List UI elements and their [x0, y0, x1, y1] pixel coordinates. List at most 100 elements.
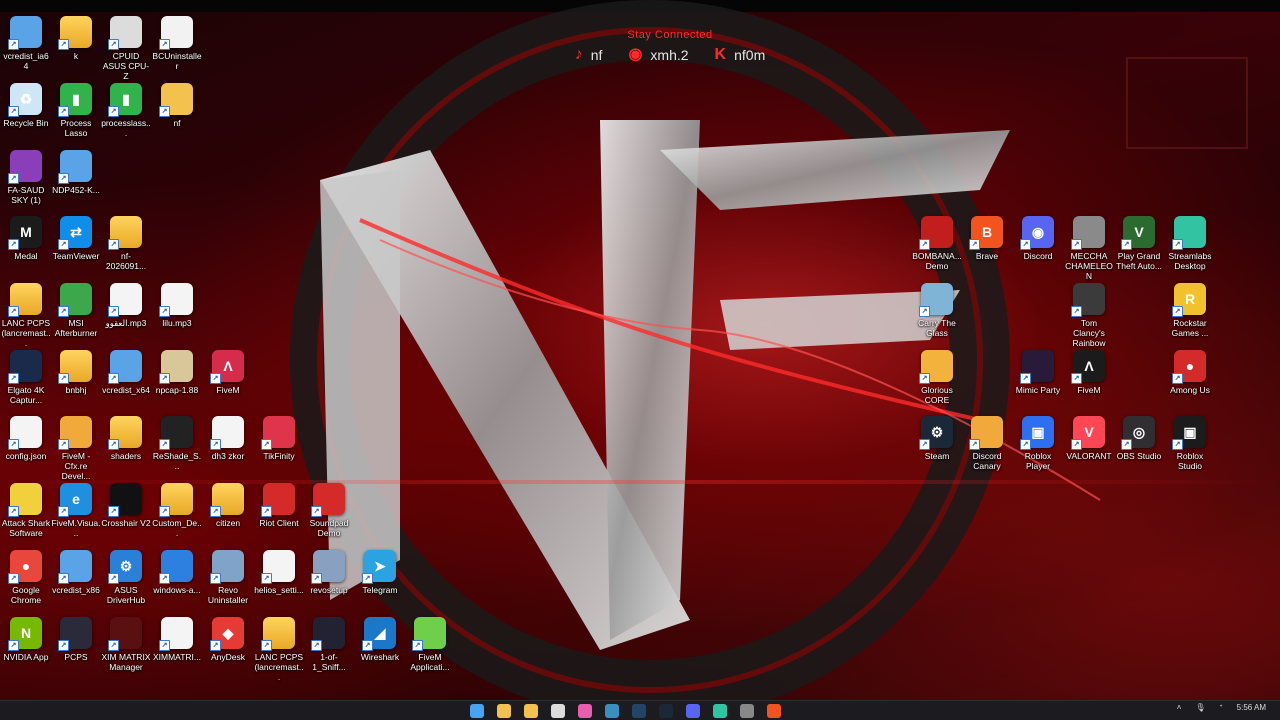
desktop-icon[interactable]: ↗ revosetup — [304, 550, 354, 595]
app-icon[interactable] — [578, 704, 592, 718]
desktop-icon[interactable]: ↗ dh3 zkor — [203, 416, 253, 461]
desktop-icon[interactable]: ↗ Crosshair V2 — [101, 483, 151, 528]
file-explorer-icon[interactable] — [497, 704, 511, 718]
desktop-icon[interactable]: ↗ Elgato 4K Captur... — [1, 350, 51, 405]
app-icon[interactable] — [632, 704, 646, 718]
desktop-icon[interactable]: ↗ vcredist_x64 — [101, 350, 151, 395]
desktop-icon[interactable]: ↗ shaders — [101, 416, 151, 461]
desktop-icon[interactable]: ↗ Discord Canary — [962, 416, 1012, 471]
desktop-icon[interactable]: ◆ ↗ AnyDesk — [203, 617, 253, 662]
desktop-icon[interactable]: ↗ CPUID ASUS CPU-Z — [101, 16, 151, 81]
desktop-icon[interactable]: ↗ bnbhj — [51, 350, 101, 395]
desktop-icon[interactable]: ↗ helios_setti... — [254, 550, 304, 595]
desktop-icon[interactable]: ↗ العقوو.mp3 — [101, 283, 151, 328]
desktop-icon[interactable]: ↗ nf — [152, 83, 202, 128]
desktop-icon[interactable]: ⚙ ↗ Steam — [912, 416, 962, 461]
desktop-icon[interactable]: ↗ windows-a... — [152, 550, 202, 595]
folder-icon: ↗ — [58, 16, 92, 50]
desktop-icon[interactable]: ↗ Attack Shark Software — [1, 483, 51, 538]
desktop-icon[interactable]: ↗ LANC PCPS (lancremast... — [254, 617, 304, 682]
microphone-icon[interactable]: 🎙 — [1195, 703, 1205, 712]
desktop-icon[interactable]: ↗ BOMBANA... Demo — [912, 216, 962, 271]
desktop-icon[interactable]: Λ ↗ FiveM — [203, 350, 253, 395]
desktop-icon[interactable]: ↗ lilu.mp3 — [152, 283, 202, 328]
desktop-icon[interactable]: ◎ ↗ OBS Studio — [1114, 416, 1164, 461]
tiktok-link[interactable]: ♪ nf — [575, 47, 603, 64]
desktop-icon[interactable]: ↗ PCPS — [51, 617, 101, 662]
desktop-icon[interactable]: ↗ Custom_De... — [152, 483, 202, 538]
folder-icon[interactable] — [524, 704, 538, 718]
desktop-icon[interactable]: ↗ Revo Uninstaller — [203, 550, 253, 605]
desktop-icon[interactable]: ↗ config.json — [1, 416, 51, 461]
desktop-icon-label: Revo Uninstaller — [207, 585, 249, 605]
desktop-icon[interactable]: ● ↗ Google Chrome — [1, 550, 51, 605]
brave-icon[interactable] — [767, 704, 781, 718]
desktop-icon[interactable]: ↗ NDP452-K... — [51, 150, 101, 195]
desktop-icon[interactable]: ↗ FiveM Applicati... — [405, 617, 455, 672]
desktop-icon[interactable]: ↗ LANC PCPS (lancremast... — [1, 283, 51, 348]
desktop-icon[interactable]: ↗ k — [51, 16, 101, 61]
desktop-icon[interactable]: ↗ Riot Client — [254, 483, 304, 528]
desktop-icon[interactable]: ↗ MSI Afterburner — [51, 283, 101, 338]
shortcut-arrow-icon: ↗ — [1071, 239, 1082, 250]
desktop-icon[interactable]: R ↗ Rockstar Games ... — [1165, 283, 1215, 338]
desktop-icon[interactable]: ● ↗ Among Us — [1165, 350, 1215, 395]
desktop-icon[interactable]: ↗ Carry The Glass — [912, 283, 962, 338]
file-icon: ↗ — [210, 416, 244, 450]
steam-icon[interactable] — [659, 704, 673, 718]
desktop-icon[interactable]: ♻ ↗ Recycle Bin — [1, 83, 51, 128]
desktop-icon[interactable]: ↗ BCUninstaller — [152, 16, 202, 71]
desktop-icon[interactable]: V ↗ VALORANT — [1064, 416, 1114, 461]
desktop-icon[interactable]: N ↗ NVIDIA App — [1, 617, 51, 662]
desktop-icon[interactable]: ↗ nf-2026091... — [101, 216, 151, 271]
desktop-icon-label: BCUninstaller — [152, 51, 202, 71]
app-icon[interactable] — [605, 704, 619, 718]
discord-icon[interactable] — [686, 704, 700, 718]
streamlabs-icon[interactable] — [713, 704, 727, 718]
msi-afterburner-icon: ↗ — [58, 283, 92, 317]
desktop-icon[interactable]: ↗ XIM MATRIX Manager — [101, 617, 151, 672]
discord-link[interactable]: ◉ xmh.2 — [628, 47, 688, 64]
desktop-icon[interactable]: e ↗ FiveM.Visua... — [51, 483, 101, 538]
app-icon[interactable] — [740, 704, 754, 718]
desktop-icon[interactable]: ↗Tom Clancy's Rainbow Si... — [1064, 283, 1114, 358]
desktop-icon[interactable]: ↗ Streamlabs Desktop — [1165, 216, 1215, 271]
desktop-icon[interactable]: ▣ ↗ Roblox Studio — [1165, 416, 1215, 471]
desktop-icon[interactable]: ◉ ↗ Discord — [1013, 216, 1063, 261]
desktop-icon[interactable]: ➤ ↗ Telegram — [355, 550, 405, 595]
desktop-icon[interactable]: ↗ vcredist_ia64 — [1, 16, 51, 71]
desktop-icon[interactable]: ↗ Glorious CORE — [912, 350, 962, 405]
desktop-icon[interactable]: ◢ ↗ Wireshark — [355, 617, 405, 662]
clock-icon[interactable] — [551, 704, 565, 718]
desktop-icon[interactable]: ▮ ↗ Process Lasso — [51, 83, 101, 138]
desktop-icon[interactable]: ⚙ ↗ ASUS DriverHub — [101, 550, 151, 605]
desktop-icon[interactable]: ↗ Soundpad Demo — [304, 483, 354, 538]
desktop-icon[interactable]: ↗ citizen — [203, 483, 253, 528]
clock[interactable]: 5:56 AM — [1237, 703, 1266, 712]
desktop[interactable]: Stay Connected ♪ nf ◉ xmh.2 K nf0m ↗ vcre… — [0, 0, 1280, 720]
desktop-icon[interactable]: ▮ ↗ processlass... — [101, 83, 151, 138]
desktop-icon[interactable]: V ↗ Play Grand Theft Auto... — [1114, 216, 1164, 271]
desktop-icon[interactable]: ↗ 1-of-1_Sniff... — [304, 617, 354, 672]
desktop-icon[interactable]: ↗ ReShade_S... — [152, 416, 202, 471]
desktop-icon[interactable]: ↗ FiveM - Cfx.re Devel... — [51, 416, 101, 481]
windows-start-icon[interactable] — [470, 704, 484, 718]
desktop-icon[interactable]: ↗ FA-SAUD SKY (1) — [1, 150, 51, 205]
kick-link[interactable]: K nf0m — [715, 47, 766, 64]
desktop-icon[interactable]: ↗ Mimic Party — [1013, 350, 1063, 395]
desktop-icon[interactable]: ↗ XIMMATRI... — [152, 617, 202, 662]
desktop-icon[interactable]: Λ ↗ FiveM — [1064, 350, 1114, 395]
desktop-icon[interactable]: ↗ npcap-1.88 — [152, 350, 202, 395]
network-icon[interactable]: ᐩ — [1220, 703, 1223, 712]
chevron-up-icon[interactable]: ˄ — [1177, 703, 1182, 712]
shortcut-arrow-icon: ↗ — [311, 640, 322, 651]
folder-icon: ↗ — [108, 416, 142, 450]
desktop-icon[interactable]: M ↗ Medal — [1, 216, 51, 261]
telegram-icon: ➤ ↗ — [362, 550, 396, 584]
desktop-icon[interactable]: ↗ MECCHA CHAMELEON — [1064, 216, 1114, 281]
desktop-icon[interactable]: ↗ vcredist_x86 — [51, 550, 101, 595]
desktop-icon[interactable]: B ↗ Brave — [962, 216, 1012, 261]
desktop-icon[interactable]: ▣ ↗ Roblox Player — [1013, 416, 1063, 471]
desktop-icon[interactable]: ⇄ ↗ TeamViewer — [51, 216, 101, 261]
desktop-icon[interactable]: ↗ TikFinity — [254, 416, 304, 461]
